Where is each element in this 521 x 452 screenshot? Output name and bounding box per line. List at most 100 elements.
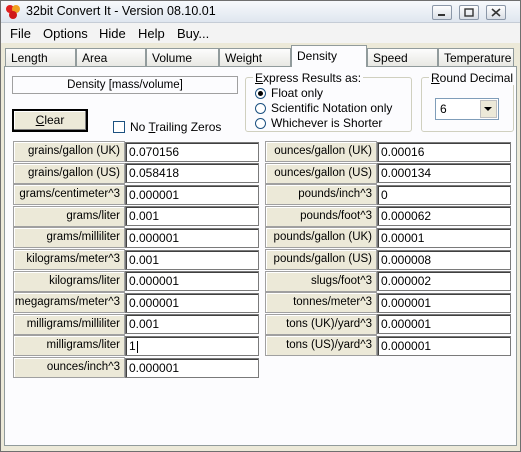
app-icon bbox=[6, 5, 20, 19]
unit-value-text: 1 bbox=[129, 338, 136, 353]
unit-value-text: 0.00001 bbox=[381, 230, 425, 245]
unit-label: tons (US)/yard^3 bbox=[265, 335, 377, 357]
text-caret bbox=[136, 340, 138, 353]
menu-hide[interactable]: Hide bbox=[99, 26, 126, 41]
app-window: 32bit Convert It - Version 08.10.01 File… bbox=[0, 0, 521, 452]
unit-label: ounces/gallon (UK) bbox=[265, 141, 377, 162]
menu-options[interactable]: Options bbox=[43, 26, 88, 41]
unit-value-field[interactable]: 0.001 bbox=[125, 314, 259, 335]
round-decimal-legend: Round Decimal bbox=[429, 71, 516, 85]
unit-label: kilograms/liter bbox=[13, 270, 125, 292]
unit-label: tonnes/meter^3 bbox=[265, 292, 377, 314]
unit-label: pounds/inch^3 bbox=[265, 184, 377, 206]
unit-value-field[interactable]: 0.000001 bbox=[377, 292, 511, 313]
unit-value-field[interactable]: 0.000001 bbox=[377, 314, 511, 335]
minimize-button[interactable] bbox=[432, 5, 452, 20]
unit-value-field[interactable]: 0.000008 bbox=[377, 249, 511, 270]
unit-value-text: 0.000134 bbox=[381, 166, 432, 181]
unit-label: grains/gallon (UK) bbox=[13, 141, 125, 162]
title-bar[interactable]: 32bit Convert It - Version 08.10.01 bbox=[1, 1, 520, 23]
unit-value-text: 0.000002 bbox=[381, 274, 432, 289]
tab-speed[interactable]: Speed bbox=[367, 48, 438, 66]
menu-file[interactable]: File bbox=[10, 26, 31, 41]
unit-value-text: 0 bbox=[381, 187, 388, 202]
unit-value-field[interactable]: 0.058418 bbox=[125, 163, 259, 184]
minimize-icon bbox=[438, 14, 445, 16]
unit-label: pounds/foot^3 bbox=[265, 205, 377, 227]
unit-value-field[interactable]: 0.001 bbox=[125, 206, 259, 227]
tab-weight[interactable]: Weight bbox=[219, 48, 291, 66]
unit-value-field[interactable]: 0.000001 bbox=[125, 227, 259, 248]
category-heading: Density [mass/volume] bbox=[12, 76, 238, 94]
clear-button[interactable]: Clear bbox=[12, 109, 88, 132]
round-decimal-value: 6 bbox=[440, 102, 447, 116]
radio-button[interactable] bbox=[255, 118, 266, 129]
unit-value-text: 0.000001 bbox=[129, 230, 180, 245]
unit-value-field[interactable]: 0.000001 bbox=[125, 357, 259, 378]
round-decimal-select[interactable]: 6 bbox=[435, 98, 499, 120]
unit-value-text: 0.000001 bbox=[129, 274, 180, 289]
unit-value-text: 0.001 bbox=[129, 209, 160, 224]
unit-label: grains/gallon (US) bbox=[13, 162, 125, 184]
unit-value-field[interactable]: 0.000062 bbox=[377, 206, 511, 227]
unit-value-text: 0.001 bbox=[129, 317, 160, 332]
maximize-button[interactable] bbox=[459, 5, 479, 20]
unit-value-field[interactable]: 0.000001 bbox=[125, 292, 259, 313]
unit-value-text: 0.070156 bbox=[129, 144, 180, 159]
window-title: 32bit Convert It - Version 08.10.01 bbox=[26, 4, 216, 18]
dropdown-arrow-button[interactable] bbox=[480, 100, 497, 118]
no-trailing-zeros-checkbox[interactable] bbox=[113, 121, 125, 133]
tab-length[interactable]: Length bbox=[5, 48, 76, 66]
close-button[interactable] bbox=[486, 5, 506, 20]
maximize-icon bbox=[464, 8, 474, 17]
unit-label: grams/milliliter bbox=[13, 227, 125, 249]
unit-value-text: 0.001 bbox=[129, 252, 160, 267]
unit-label: pounds/gallon (US) bbox=[265, 249, 377, 270]
tab-volume[interactable]: Volume bbox=[146, 48, 219, 66]
unit-value-field[interactable]: 0.000001 bbox=[125, 271, 259, 292]
no-trailing-zeros-label: No Trailing Zeros bbox=[130, 120, 222, 134]
chevron-down-icon bbox=[484, 107, 492, 111]
unit-value-field[interactable]: 1 bbox=[125, 335, 259, 356]
unit-value-field[interactable]: 0.00016 bbox=[377, 141, 511, 162]
unit-value-field[interactable]: 0.000001 bbox=[125, 184, 259, 205]
unit-value-text: 0.000062 bbox=[381, 209, 432, 224]
menu-buy[interactable]: Buy... bbox=[177, 26, 209, 41]
unit-label: tons (UK)/yard^3 bbox=[265, 313, 377, 335]
unit-value-text: 0.000001 bbox=[129, 360, 180, 375]
unit-value-text: 0.000001 bbox=[129, 295, 180, 310]
unit-value-field[interactable]: 0.000002 bbox=[377, 271, 511, 292]
unit-label: megagrams/meter^3 bbox=[13, 292, 125, 314]
unit-label: milligrams/milliliter bbox=[13, 313, 125, 335]
menu-help[interactable]: Help bbox=[138, 26, 165, 41]
unit-label: pounds/gallon (UK) bbox=[265, 227, 377, 249]
unit-value-text: 0.00016 bbox=[381, 144, 425, 159]
unit-value-field[interactable]: 0.000134 bbox=[377, 163, 511, 184]
unit-value-text: 0.000001 bbox=[129, 187, 180, 202]
unit-label: grams/centimeter^3 bbox=[13, 184, 125, 206]
express-results-legend: Express Results as: bbox=[253, 71, 364, 85]
unit-value-field[interactable]: 0 bbox=[377, 184, 511, 205]
radio-shorter-label: Whichever is Shorter bbox=[271, 116, 383, 130]
unit-value-text: 0.000001 bbox=[381, 295, 432, 310]
unit-value-text: 0.000008 bbox=[381, 252, 432, 267]
radio-button-selected[interactable] bbox=[255, 88, 266, 99]
tab-strip: Length Area Volume Weight Density Speed … bbox=[1, 45, 520, 67]
unit-value-field[interactable]: 0.070156 bbox=[125, 141, 259, 162]
unit-label: milligrams/liter bbox=[13, 335, 125, 357]
unit-label: slugs/foot^3 bbox=[265, 270, 377, 292]
unit-value-field[interactable]: 0.00001 bbox=[377, 227, 511, 248]
unit-value-field[interactable]: 0.000001 bbox=[377, 335, 511, 356]
unit-label: kilograms/meter^3 bbox=[13, 249, 125, 270]
unit-value-field[interactable]: 0.001 bbox=[125, 249, 259, 270]
tab-area[interactable]: Area bbox=[76, 48, 146, 66]
unit-value-text: 0.000001 bbox=[381, 317, 432, 332]
radio-scientific-label: Scientific Notation only bbox=[271, 101, 393, 115]
tab-temperature[interactable]: Temperature bbox=[438, 48, 514, 66]
unit-value-text: 0.058418 bbox=[129, 166, 180, 181]
unit-label: ounces/inch^3 bbox=[13, 357, 125, 378]
tab-density[interactable]: Density bbox=[291, 45, 367, 67]
unit-label: grams/liter bbox=[13, 205, 125, 227]
unit-value-text: 0.000001 bbox=[381, 338, 432, 353]
radio-button[interactable] bbox=[255, 103, 266, 114]
